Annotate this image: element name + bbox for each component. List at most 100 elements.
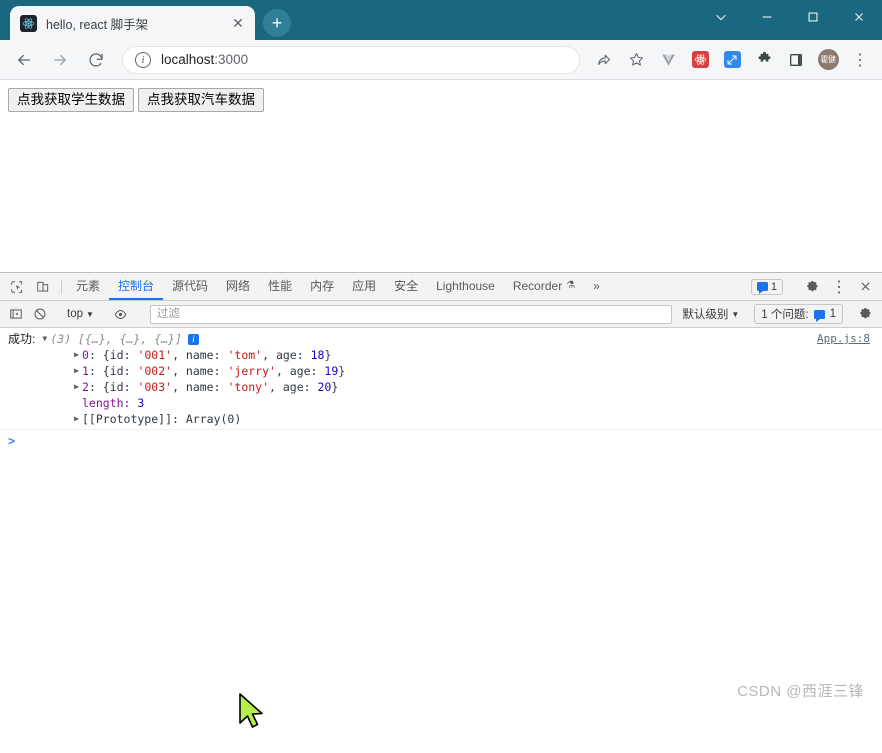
toolbar-actions: 霍健 ⋮	[588, 46, 876, 74]
watermark: CSDN @西涯三锋	[737, 683, 864, 700]
address-bar[interactable]: i localhost:3000	[122, 45, 580, 74]
object-age-value: 18	[310, 348, 325, 362]
log-label: 成功:	[8, 332, 36, 346]
site-info-icon[interactable]: i	[135, 51, 151, 68]
react-logo-icon	[20, 14, 37, 32]
object-name-key: , name:	[172, 380, 221, 394]
tab-lighthouse[interactable]: Lighthouse	[427, 273, 504, 300]
console-filter-input[interactable]	[149, 304, 673, 324]
prototype-value: Array(0)	[185, 412, 242, 426]
object-name-value: 'tom'	[227, 348, 263, 362]
share-icon[interactable]	[590, 46, 618, 74]
array-prototype-row[interactable]: ▶ [[Prototype]]: Array(0)	[0, 411, 882, 427]
device-toolbar-icon[interactable]	[30, 273, 56, 300]
forward-button[interactable]	[45, 45, 75, 75]
expand-caret-icon[interactable]: ▶	[72, 363, 81, 379]
chat-icon	[813, 309, 825, 322]
address-bar-url: localhost:3000	[161, 52, 248, 67]
console-log-entry[interactable]: App.js:8 成功: ▼ (3) [{…}, {…}, {…}] i ▶ 0…	[0, 328, 882, 430]
tab-security[interactable]: 安全	[385, 273, 427, 300]
object-id-value: '001'	[137, 348, 173, 362]
object-name-value: 'jerry'	[227, 364, 276, 378]
expand-caret-icon[interactable]: ▶	[72, 411, 81, 427]
issues-badge[interactable]: 1 个问题: 1	[754, 304, 843, 324]
gear-icon[interactable]	[800, 280, 826, 294]
object-id-value: '002'	[137, 364, 173, 378]
chevron-down-icon[interactable]	[698, 0, 744, 34]
array-item-row[interactable]: ▶ 0: {id: '001' , name: 'tom' , age: 18}	[0, 347, 882, 363]
more-tabs-icon[interactable]: »	[584, 273, 609, 300]
tab-elements[interactable]: 元素	[67, 273, 109, 300]
object-name-value: 'tony'	[227, 380, 270, 394]
browser-menu-icon[interactable]: ⋮	[846, 46, 874, 74]
new-tab-button[interactable]: +	[263, 9, 291, 37]
message-count-badge[interactable]: 1	[750, 278, 783, 295]
log-source-link[interactable]: App.js:8	[817, 332, 870, 345]
side-panel-icon[interactable]	[782, 46, 810, 74]
array-length-row: length: 3	[0, 395, 882, 411]
react-devtools-icon[interactable]	[686, 46, 714, 74]
array-item-row[interactable]: ▶ 1: {id: '002' , name: 'jerry' , age: 1…	[0, 363, 882, 379]
fetch-car-data-button[interactable]: 点我获取汽车数据	[138, 88, 264, 113]
back-button[interactable]	[9, 45, 39, 75]
devtools-more-options-icon[interactable]: ⋮	[826, 277, 852, 297]
screenshot-icon[interactable]	[718, 46, 746, 74]
execution-context-selector[interactable]: top ▼	[63, 308, 98, 320]
extensions-puzzle-icon[interactable]	[750, 46, 778, 74]
close-window-icon[interactable]	[836, 0, 882, 34]
console-sidebar-toggle-icon[interactable]	[4, 304, 28, 325]
array-index: 2	[82, 380, 89, 394]
browser-tab[interactable]: hello, react 脚手架 ✕	[10, 6, 255, 40]
experiment-flask-icon: ⚗	[566, 280, 576, 291]
console-filter-bar: top ▼ 默认级别 ▼ 1 个问题: 1	[0, 301, 882, 328]
tab-title: hello, react 脚手架	[46, 17, 149, 32]
maximize-icon[interactable]	[790, 0, 836, 34]
console-settings-gear-icon[interactable]	[854, 304, 878, 325]
minimize-icon[interactable]	[744, 0, 790, 34]
avatar[interactable]: 霍健	[814, 46, 842, 74]
devtools-close-icon[interactable]	[852, 280, 878, 293]
array-index: 1	[82, 364, 89, 378]
expand-caret-icon[interactable]: ▶	[72, 379, 81, 395]
tab-performance[interactable]: 性能	[259, 273, 301, 300]
prototype-key: [[Prototype]]:	[82, 412, 179, 426]
log-level-selector[interactable]: 默认级别 ▼	[678, 306, 743, 322]
log-header-line[interactable]: 成功: ▼ (3) [{…}, {…}, {…}] i	[0, 331, 882, 347]
vue-devtools-icon[interactable]	[654, 46, 682, 74]
tab-recorder[interactable]: Recorder ⚗	[504, 273, 584, 300]
object-close-brace: }	[324, 348, 332, 362]
clear-console-icon[interactable]	[28, 304, 52, 325]
expand-caret-icon[interactable]: ▼	[40, 331, 49, 347]
tab-application[interactable]: 应用	[343, 273, 385, 300]
object-age-key: , age:	[269, 380, 311, 394]
bookmark-star-icon[interactable]	[622, 46, 650, 74]
avatar-initials: 霍健	[817, 49, 839, 70]
object-age-value: 20	[317, 380, 332, 394]
live-expression-eye-icon[interactable]	[109, 304, 133, 325]
object-id-key: {id:	[102, 364, 131, 378]
array-item-row[interactable]: ▶ 2: {id: '003' , name: 'tony' , age: 20…	[0, 379, 882, 395]
object-close-brace: }	[338, 364, 346, 378]
tab-memory[interactable]: 内存	[301, 273, 343, 300]
close-icon[interactable]: ✕	[229, 14, 247, 32]
browser-titlebar: hello, react 脚手架 ✕ +	[0, 0, 882, 40]
expand-caret-icon[interactable]: ▶	[72, 347, 81, 363]
object-name-key: , name:	[172, 364, 221, 378]
tab-network[interactable]: 网络	[217, 273, 259, 300]
info-badge-icon[interactable]: i	[187, 333, 199, 345]
fetch-student-data-button[interactable]: 点我获取学生数据	[8, 88, 134, 113]
tab-sources[interactable]: 源代码	[163, 273, 217, 300]
array-index: 0	[82, 348, 89, 362]
issues-count: 1	[829, 308, 836, 320]
prompt-caret-icon: >	[8, 434, 16, 448]
url-host: localhost	[161, 52, 215, 67]
console-prompt[interactable]: >	[0, 430, 882, 448]
inspect-element-icon[interactable]	[4, 273, 30, 300]
reload-button[interactable]	[81, 45, 111, 75]
tab-console[interactable]: 控制台	[109, 273, 164, 300]
object-name-key: , name:	[172, 348, 221, 362]
devtools-tabbar: 元素 控制台 源代码 网络 性能 内存 应用 安全 Lighthouse Rec…	[0, 273, 882, 301]
mouse-cursor	[238, 693, 268, 736]
object-age-key: , age:	[275, 364, 318, 378]
issues-label: 1 个问题:	[761, 309, 809, 321]
